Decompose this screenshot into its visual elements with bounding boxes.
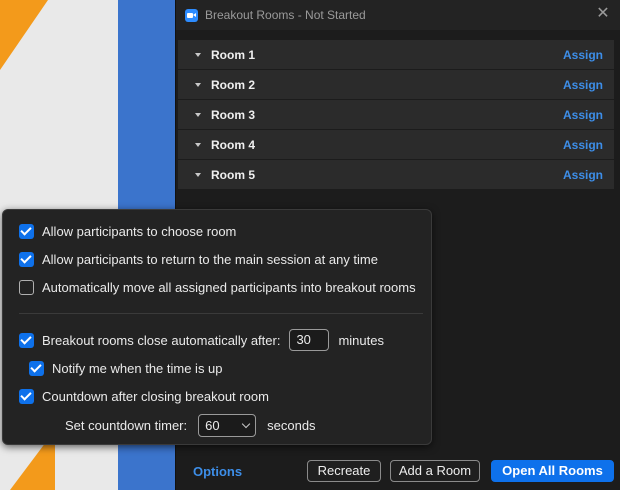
caret-down-icon[interactable] (195, 142, 201, 147)
checkbox-checked-icon[interactable] (19, 389, 34, 404)
assign-link[interactable]: Assign (563, 78, 603, 92)
assign-link[interactable]: Assign (563, 48, 603, 62)
room-row[interactable]: Room 2 Assign (178, 70, 614, 100)
caret-down-icon[interactable] (195, 112, 201, 117)
window-title: Breakout Rooms - Not Started (205, 8, 366, 22)
option-label: Automatically move all assigned particip… (42, 280, 416, 295)
options-link[interactable]: Options (193, 464, 242, 479)
checkbox-checked-icon[interactable] (19, 224, 34, 239)
option-label: Allow participants to choose room (42, 224, 237, 239)
close-icon[interactable]: ✕ (595, 6, 611, 22)
room-name: Room 1 (211, 47, 256, 62)
option-auto-move[interactable]: Automatically move all assigned particip… (19, 280, 416, 295)
close-minutes-input[interactable]: 30 (289, 329, 330, 351)
option-notify[interactable]: Notify me when the time is up (29, 361, 223, 376)
option-allow-choose-room[interactable]: Allow participants to choose room (19, 224, 236, 239)
checkbox-checked-icon[interactable] (29, 361, 44, 376)
room-row[interactable]: Room 1 Assign (178, 40, 614, 70)
room-name: Room 3 (211, 107, 256, 122)
room-row[interactable]: Room 3 Assign (178, 100, 614, 130)
option-label: Allow participants to return to the main… (42, 252, 378, 267)
add-room-button[interactable]: Add a Room (390, 460, 480, 482)
zoom-logo-icon (185, 8, 198, 22)
assign-link[interactable]: Assign (563, 108, 603, 122)
assign-link[interactable]: Assign (563, 138, 603, 152)
caret-down-icon[interactable] (195, 52, 201, 57)
room-row[interactable]: Room 4 Assign (178, 130, 614, 160)
room-name: Room 5 (211, 167, 256, 182)
background-orange-shape (0, 0, 48, 70)
checkbox-checked-icon[interactable] (19, 252, 34, 267)
option-auto-close[interactable]: Breakout rooms close automatically after… (19, 329, 384, 351)
title-bar[interactable]: Breakout Rooms - Not Started ✕ (176, 0, 620, 30)
option-allow-return[interactable]: Allow participants to return to the main… (19, 252, 378, 267)
option-label: Notify me when the time is up (52, 361, 223, 376)
minutes-unit-label: minutes (338, 332, 384, 348)
option-label: Breakout rooms close automatically after… (42, 332, 281, 348)
footer-bar: Options Recreate Add a Room Open All Roo… (176, 455, 620, 490)
open-all-rooms-button[interactable]: Open All Rooms (491, 460, 614, 482)
room-name: Room 2 (211, 77, 256, 92)
checkbox-checked-icon[interactable] (19, 332, 34, 348)
countdown-timer-label: Set countdown timer: (65, 418, 188, 433)
caret-down-icon[interactable] (195, 172, 201, 177)
checkbox-unchecked-icon[interactable] (19, 280, 34, 295)
select-value: 60 (205, 418, 220, 433)
seconds-unit-label: seconds (267, 418, 316, 433)
assign-link[interactable]: Assign (563, 168, 603, 182)
room-row[interactable]: Room 5 Assign (178, 160, 614, 190)
option-countdown[interactable]: Countdown after closing breakout room (19, 389, 269, 404)
caret-down-icon[interactable] (195, 82, 201, 87)
option-countdown-timer: Set countdown timer: 60 seconds (65, 414, 316, 437)
chevron-down-icon (241, 419, 251, 429)
countdown-seconds-select[interactable]: 60 (198, 414, 257, 437)
options-popup: Allow participants to choose room Allow … (2, 209, 432, 445)
room-name: Room 4 (211, 137, 256, 152)
recreate-button[interactable]: Recreate (307, 460, 381, 482)
option-label: Countdown after closing breakout room (42, 389, 269, 404)
room-list: Room 1 Assign Room 2 Assign Room 3 Assig… (178, 40, 614, 190)
divider (19, 313, 423, 314)
